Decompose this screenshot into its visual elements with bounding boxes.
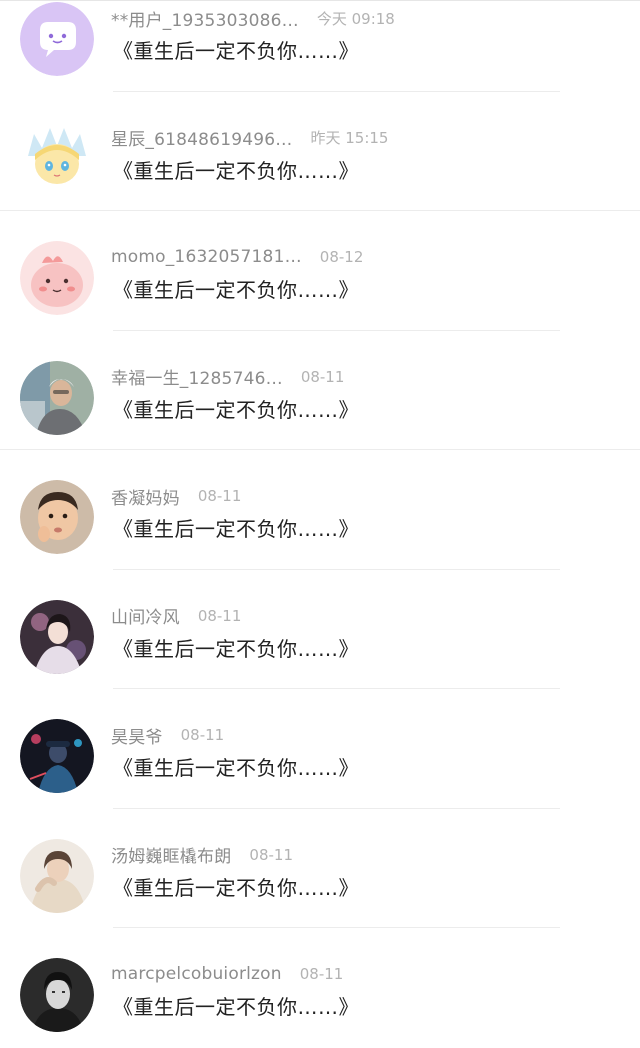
message-item[interactable]: momo_1632057181… 08-12 《重生后一定不负你……》 — [0, 211, 640, 331]
timestamp: 08-11 — [249, 845, 293, 864]
message-preview[interactable]: 《重生后一定不负你……》 — [113, 274, 359, 303]
username[interactable]: 幸福一生_1285746… — [111, 364, 283, 389]
message-preview[interactable]: 《重生后一定不负你……》 — [113, 513, 359, 542]
message-item[interactable]: 幸福一生_1285746… 08-11 《重生后一定不负你……》 — [0, 331, 640, 450]
purple-chat-bubble-icon — [20, 2, 94, 76]
anime-character-icon — [20, 121, 94, 196]
username[interactable]: 汤姆巍眶橇布朗 — [111, 842, 231, 867]
message-preview[interactable]: 《重生后一定不负你……》 — [113, 35, 359, 64]
avatar[interactable] — [20, 2, 94, 76]
message-preview[interactable]: 《重生后一定不负你……》 — [113, 872, 359, 901]
timestamp: 08-11 — [180, 726, 225, 744]
avatar[interactable] — [20, 360, 94, 435]
message-item[interactable]: marcpelcobuiorlzon 08-11 《重生后一定不负你……》 — [0, 928, 640, 1048]
woman-illustration-icon — [20, 599, 94, 674]
timestamp: 08-11 — [197, 487, 242, 505]
avatar[interactable] — [20, 241, 94, 315]
message-preview[interactable]: 《重生后一定不负你……》 — [113, 155, 359, 184]
message-item[interactable]: 星辰_61848619496… 昨天 15:15 《重生后一定不负你……》 — [0, 92, 640, 211]
message-item[interactable]: 汤姆巍眶橇布朗 08-11 《重生后一定不负你……》 — [0, 809, 640, 928]
avatar[interactable] — [20, 719, 94, 793]
avatar[interactable] — [20, 838, 94, 913]
message-item[interactable]: 香凝妈妈 08-11 《重生后一定不负你……》 — [0, 450, 640, 570]
timestamp: 08-12 — [319, 248, 364, 266]
avatar[interactable] — [20, 480, 94, 554]
username[interactable]: **用户_1935303086… — [111, 6, 299, 31]
timestamp: 今天 09:18 — [316, 9, 395, 28]
message-preview[interactable]: 《重生后一定不负你……》 — [113, 394, 359, 423]
username[interactable]: 星辰_61848619496… — [111, 125, 292, 150]
username[interactable]: 山间冷风 — [111, 603, 180, 628]
timestamp: 08-11 — [299, 965, 344, 983]
timestamp: 昨天 15:15 — [310, 129, 389, 147]
pink-cartoon-icon — [20, 241, 94, 315]
timestamp: 08-11 — [300, 367, 345, 386]
person-photo-icon — [20, 838, 94, 913]
message-item[interactable]: **用户_1935303086… 今天 09:18 《重生后一定不负你……》 — [0, 0, 640, 92]
message-item[interactable]: 昊昊爷 08-11 《重生后一定不负你……》 — [0, 689, 640, 809]
message-item[interactable]: 山间冷风 08-11 《重生后一定不负你……》 — [0, 570, 640, 689]
man-bw-photo-icon — [20, 958, 94, 1032]
elderly-man-photo-icon — [20, 360, 94, 435]
child-photo-icon — [20, 480, 94, 554]
message-list: **用户_1935303086… 今天 09:18 《重生后一定不负你……》 星… — [0, 0, 640, 1048]
neon-figure-icon — [20, 719, 94, 793]
message-preview[interactable]: 《重生后一定不负你……》 — [113, 991, 359, 1020]
avatar[interactable] — [20, 599, 94, 674]
username[interactable]: 昊昊爷 — [111, 723, 163, 748]
avatar[interactable] — [20, 958, 94, 1032]
username[interactable]: momo_1632057181… — [111, 247, 302, 267]
username[interactable]: 香凝妈妈 — [111, 484, 180, 509]
username[interactable]: marcpelcobuiorlzon — [111, 964, 282, 984]
timestamp: 08-11 — [197, 606, 242, 625]
message-preview[interactable]: 《重生后一定不负你……》 — [113, 752, 359, 781]
message-preview[interactable]: 《重生后一定不负你……》 — [113, 633, 359, 662]
avatar[interactable] — [20, 121, 94, 196]
